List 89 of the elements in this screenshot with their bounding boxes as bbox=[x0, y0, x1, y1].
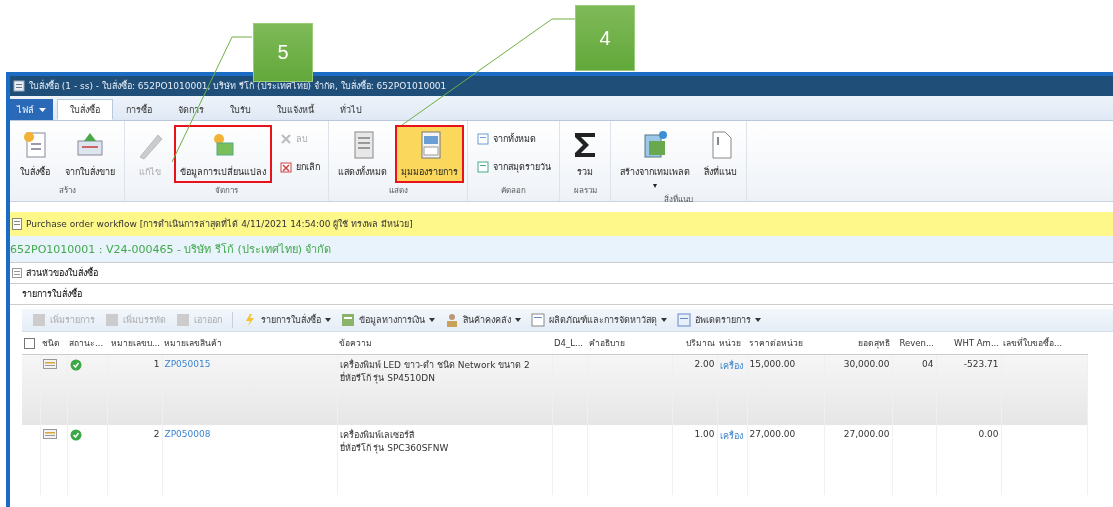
section-header[interactable]: ส่วนหัวของใบสั่งซื้อ bbox=[10, 263, 1113, 284]
ribbon-button[interactable]: ใบสั่งซื้อ bbox=[13, 125, 57, 183]
column-header[interactable]: ยอดสุทธิ bbox=[858, 338, 890, 348]
table-row[interactable]: 2 ZP050008 เครื่องพิมพ์เลเซอร์สี ยี่ห้อรีโก้ รุ่น SPC360SFNW 1.00 เครื่อง 27,000.00 27,000.00 0.00 bbox=[22, 424, 1087, 495]
table-cell: 1 bbox=[153, 359, 160, 369]
table-cell: 0.00 bbox=[978, 428, 999, 439]
table-cell-text: เครื่องพิมพ์ LED ขาว-ดำ ชนิด Network ขนาด 2 ยี่ห้อรีโก้ รุ่น SP4510DN bbox=[339, 359, 531, 385]
table-cell: 30,000.00 bbox=[843, 359, 890, 369]
group-label: สิ่งที่แนบ bbox=[663, 193, 694, 206]
ribbon-button[interactable]: จากทั้งหมด bbox=[471, 129, 556, 149]
column-header[interactable]: สถานะ... bbox=[69, 338, 104, 348]
group-label: แสดง bbox=[387, 185, 409, 197]
status-check-icon bbox=[69, 359, 82, 371]
toolbar-button[interactable]: ผลิตภัณฑ์และการจัดหาวัสดุ bbox=[531, 313, 667, 327]
column-header[interactable]: WHT Am... bbox=[954, 338, 999, 348]
toolbar-button[interactable]: ข้อมูลทางการเงิน bbox=[341, 313, 435, 327]
button-icon bbox=[476, 160, 490, 174]
group-label: คัดลอก bbox=[500, 185, 527, 197]
table-cell: 2.00 bbox=[694, 359, 715, 369]
column-header[interactable]: เลขที่ใบขอซื้อ... bbox=[1003, 338, 1063, 348]
ribbon-button[interactable]: ยกเลิก bbox=[274, 157, 325, 177]
callout-badge: 4 bbox=[575, 5, 635, 71]
ribbon-button[interactable]: รวม bbox=[563, 125, 607, 183]
table-cell: 1.00 bbox=[694, 428, 715, 439]
group-label: ผลรวม bbox=[572, 185, 598, 197]
line-type-icon bbox=[42, 428, 57, 439]
table-cell: 27,000.00 bbox=[843, 428, 890, 439]
workflow-icon bbox=[12, 218, 22, 230]
status-check-icon bbox=[69, 428, 82, 441]
select-all-checkbox[interactable] bbox=[24, 337, 35, 349]
column-header[interactable]: ข้อความ bbox=[339, 338, 372, 348]
table-cell: 15,000.00 bbox=[749, 359, 796, 369]
ribbon-tab[interactable]: การซื้อ bbox=[113, 99, 165, 120]
column-header[interactable]: ชนิด bbox=[42, 338, 60, 348]
ribbon-button[interactable]: สร้างจากเทมเพลต ▾ bbox=[614, 125, 696, 193]
button-icon bbox=[476, 132, 490, 146]
section-header[interactable]: รายการใบสั่งซื้อ bbox=[10, 284, 1113, 305]
button-icon bbox=[279, 160, 293, 174]
button-icon bbox=[176, 313, 190, 327]
button-icon bbox=[243, 313, 257, 327]
ribbon-tab[interactable]: ทั่วไป bbox=[327, 99, 375, 120]
window-icon bbox=[13, 80, 25, 92]
table-cell-text: เครื่องพิมพ์เลเซอร์สี ยี่ห้อรีโก้ รุ่น SPC360SFNW bbox=[339, 428, 450, 455]
button-icon bbox=[279, 132, 293, 146]
column-header[interactable]: หมายเลขบ... bbox=[110, 338, 160, 348]
column-header[interactable]: ปริมาณ bbox=[686, 338, 715, 348]
button-icon bbox=[341, 313, 355, 327]
button-icon bbox=[105, 313, 119, 327]
cell-link[interactable]: เครื่อง bbox=[719, 430, 743, 441]
column-header[interactable]: หมายเลขสินค้า bbox=[164, 338, 222, 348]
group-label: จัดการ bbox=[214, 185, 239, 197]
workflow-message: Purchase order workflow [การดำเนินการล่าสุดที่ได้ 4/11/2021 14:54:00 ผู้ใช้ ทรงพล มีหน่วย] bbox=[26, 217, 413, 231]
column-header[interactable]: D4_L... bbox=[554, 338, 584, 348]
cell-link[interactable]: ZP050015 bbox=[164, 359, 211, 369]
column-header[interactable]: Reven... bbox=[899, 338, 934, 348]
column-header[interactable]: หน่วย bbox=[719, 338, 741, 348]
group-label: สร้าง bbox=[57, 185, 77, 197]
ribbon-button[interactable]: มุมมองรายการ bbox=[395, 125, 464, 183]
caret-icon bbox=[39, 107, 46, 112]
ribbon-button[interactable]: ข้อมูลการเปลี่ยนแปลง bbox=[174, 125, 272, 183]
button-icon bbox=[32, 313, 46, 327]
window-title: ใบสั่งซื้อ (1 - ss) - ใบสั่งซื้อ: 652PO1010001, บริษัท รีโก้ (ประเทศไทย) จำกัด, ใบสั่งซื้อ: 652PO1010001 bbox=[29, 79, 447, 93]
cell-link[interactable]: เครื่อง bbox=[719, 361, 743, 371]
table-cell: 2 bbox=[153, 428, 160, 439]
line-type-icon bbox=[42, 359, 57, 369]
ribbon-button[interactable]: จากใบสั่งขาย bbox=[59, 125, 121, 183]
column-header[interactable]: คำอธิบาย bbox=[589, 338, 625, 348]
file-tab[interactable]: ไฟล์ bbox=[10, 99, 53, 120]
button-icon bbox=[445, 313, 459, 327]
ribbon-tab[interactable]: ใบสั่งซื้อ bbox=[57, 99, 113, 120]
toolbar-button[interactable]: อัพเดตรายการ bbox=[677, 313, 761, 327]
callout-badge: 5 bbox=[253, 23, 313, 82]
ribbon-tab[interactable]: ใบรับ bbox=[217, 99, 264, 120]
toolbar-button[interactable]: รายการใบสั่งซื้อ bbox=[243, 313, 331, 327]
table-cell: 27,000.00 bbox=[749, 428, 796, 439]
button-icon bbox=[677, 313, 691, 327]
order-header: 652PO1010001 : V24-000465 - บริษัท รีโก้ (ประเทศไทย) จำกัด bbox=[10, 236, 1113, 263]
ribbon-tab[interactable]: ใบแจ้งหนี้ bbox=[264, 99, 327, 120]
ribbon-button[interactable]: สิ่งที่แนบ bbox=[698, 125, 743, 183]
cell-link[interactable]: ZP050008 bbox=[164, 428, 211, 439]
table-row[interactable]: 1 ZP050015 เครื่องพิมพ์ LED ขาว-ดำ ชนิด Network ขนาด 2 ยี่ห้อรีโก้ รุ่น SP4510DN 2.00 เครื่อง 15,000.00 30,000.00 04 -523.71 bbox=[22, 354, 1087, 425]
column-header[interactable]: ราคาต่อหน่วย bbox=[749, 338, 803, 348]
table-cell: -523.71 bbox=[963, 359, 999, 369]
ribbon-button[interactable]: แสดงทั้งหมด bbox=[332, 125, 393, 183]
toolbar-button[interactable]: สินค้าคงคลัง bbox=[445, 313, 521, 327]
collapsed-icon bbox=[12, 268, 22, 278]
ribbon-button[interactable]: จากสมุดรายวัน bbox=[471, 157, 556, 177]
table-cell: 04 bbox=[922, 359, 934, 369]
button-icon bbox=[531, 313, 545, 327]
